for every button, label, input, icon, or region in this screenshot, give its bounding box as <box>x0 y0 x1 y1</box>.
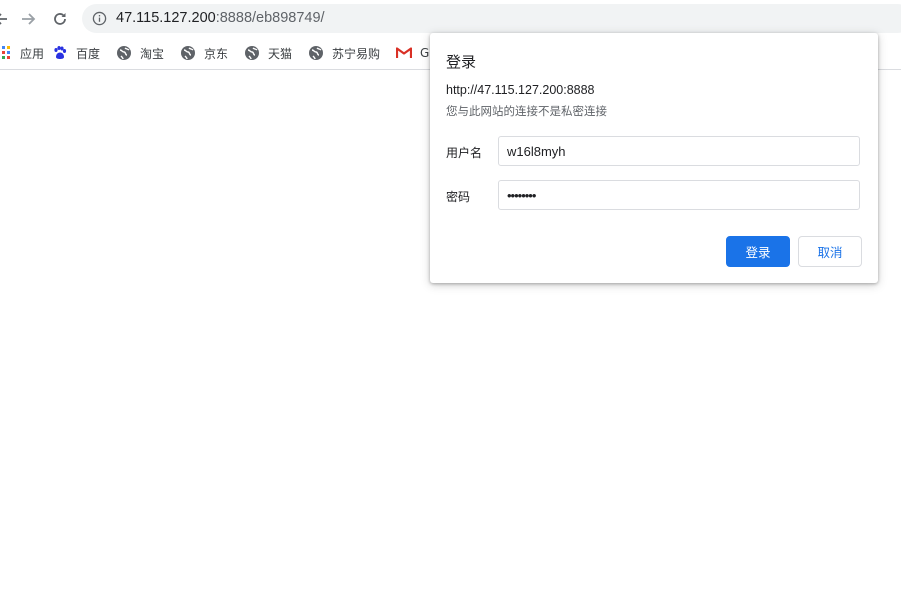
address-bar[interactable]: 47.115.127.200:8888/eb898749/ <box>82 4 901 33</box>
bookmark-label: 京东 <box>204 46 229 61</box>
bookmark-label: 淘宝 <box>140 46 165 61</box>
bookmark-gmail[interactable]: G <box>395 43 430 63</box>
forward-button[interactable] <box>16 7 40 31</box>
reload-icon <box>54 13 66 25</box>
apps-grid-icon <box>0 45 12 61</box>
globe-icon <box>180 45 196 61</box>
bookmark-apps[interactable]: 应用 <box>0 43 44 63</box>
bookmark-tmall[interactable]: 天猫 <box>244 43 292 63</box>
dialog-title: 登录 <box>446 53 477 71</box>
browser-toolbar: 47.115.127.200:8888/eb898749/ <box>0 0 901 37</box>
globe-icon <box>116 45 132 61</box>
bookmark-label: 应用 <box>20 46 45 61</box>
bookmark-taobao[interactable]: 淘宝 <box>116 43 164 63</box>
url-path: :8888/eb898749/ <box>215 10 325 26</box>
bookmark-label: 百度 <box>76 46 101 61</box>
bookmark-jd[interactable]: 京东 <box>180 43 228 63</box>
back-button[interactable] <box>0 7 14 31</box>
forward-arrow-icon <box>22 13 36 25</box>
reload-button[interactable] <box>48 7 72 31</box>
globe-icon <box>308 45 324 61</box>
bookmark-label: G <box>420 46 430 60</box>
gmail-icon <box>395 45 413 61</box>
url-host: 47.115.127.200 <box>116 10 216 26</box>
bookmark-label: 苏宁易购 <box>332 46 381 61</box>
globe-icon <box>244 45 260 61</box>
bookmark-label: 天猫 <box>268 46 293 61</box>
page-content <box>0 70 901 610</box>
bookmark-baidu[interactable]: 百度 <box>52 43 100 63</box>
back-arrow-icon <box>0 13 7 25</box>
info-icon[interactable] <box>92 11 107 26</box>
bookmark-suning[interactable]: 苏宁易购 <box>308 43 380 63</box>
baidu-paw-icon <box>52 45 68 61</box>
url-text[interactable]: 47.115.127.200:8888/eb898749/ <box>116 9 325 28</box>
